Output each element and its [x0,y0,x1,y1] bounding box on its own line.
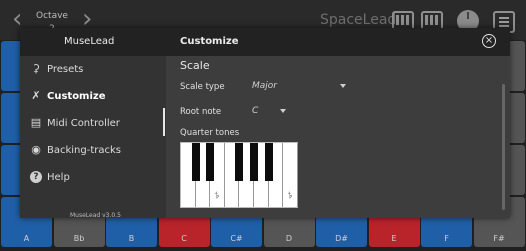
sidebar-item-label: Help [47,172,70,183]
quarter-tone-keyboard: 𝄳 𝄳 [180,142,298,208]
root-note-label: Root note [180,107,222,117]
sidebar-item-presets[interactable]: ⚳ Presets [20,58,164,82]
chevron-down-icon[interactable] [280,109,286,113]
scale-type-dropdown[interactable]: Major [252,81,277,91]
dialog-title: Customize [180,36,239,47]
sidebar-item-customize[interactable]: ✗ Customize [20,85,164,109]
sidebar: ⚳ Presets ✗ Customize ▤ Midi Controller … [20,56,165,218]
app-title: MuseLead [64,36,115,47]
customize-dialog: MuseLead Customize × ⚳ Presets ✗ Customi… [20,28,510,219]
black-key[interactable] [191,143,200,181]
pad-label: C [181,234,187,243]
close-icon[interactable]: × [482,34,496,48]
section-title: Scale [180,59,210,72]
instrument-name[interactable]: SpaceLead [320,12,396,28]
octave-label: Octave [36,11,68,21]
sidebar-item-label: Midi Controller [47,118,120,129]
dialog-header: MuseLead Customize × [20,28,510,56]
pad-label: B [128,234,135,243]
scale-type-label: Scale type [180,82,225,92]
sidebar-item-label: Backing-tracks [47,145,122,156]
guitar-icon: ⚳ [31,62,41,75]
black-key[interactable] [235,143,244,181]
quarter-tone-icon: 𝄳 [215,191,220,200]
pad-label: A [23,234,30,243]
black-key[interactable] [250,143,258,181]
pad-label: F# [493,234,505,243]
pad-label: Bb [73,234,85,243]
midi-keyboard-icon: ▤ [30,116,42,129]
app-screen: ‹ Octave 2 › SpaceLead ABbBCC#DD#EFF# Mu… [0,0,526,251]
pad-label: D# [335,234,348,243]
help-icon: ? [30,171,42,183]
pad-label: D [285,234,293,243]
sidebar-item-midi-controller[interactable]: ▤ Midi Controller [20,112,164,136]
chevron-left-icon[interactable]: ‹ [12,6,26,32]
chevron-right-icon[interactable]: › [82,6,96,32]
pad-label: C# [230,234,243,243]
sidebar-item-help[interactable]: ? Help [20,166,164,190]
customize-panel: Scale Scale type Major Root note C Quart… [166,56,510,218]
pad-label: F [444,234,449,243]
tools-icon: ✗ [31,89,41,102]
root-note-dropdown[interactable]: C [252,106,258,116]
pad-label: E [391,234,397,243]
sidebar-item-label: Presets [47,64,84,75]
black-key[interactable] [264,143,273,181]
active-indicator [163,108,165,136]
quarter-tone-icon: 𝄳 [288,191,293,200]
quarter-tones-label: Quarter tones [180,128,240,138]
sidebar-item-backing-tracks[interactable]: ◉ Backing-tracks [20,139,164,163]
scrollbar[interactable] [502,84,505,210]
version-label: MuseLead v3.0.5 [70,212,121,219]
black-key[interactable] [206,143,215,181]
backing-track-icon: ◉ [31,143,41,156]
sidebar-item-label: Customize [47,91,106,102]
white-key[interactable]: 𝄳 [283,143,298,207]
chevron-down-icon[interactable] [340,84,346,88]
